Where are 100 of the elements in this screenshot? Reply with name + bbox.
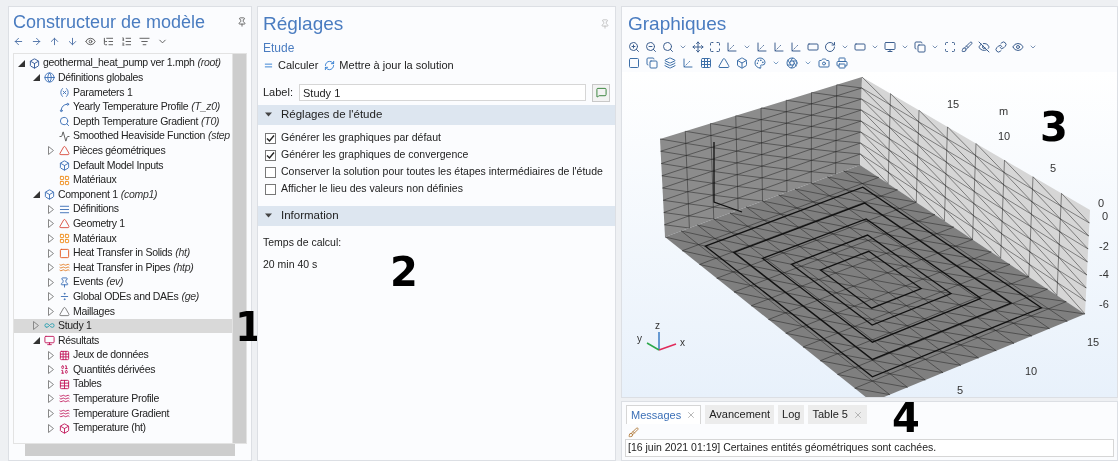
grid-icon[interactable] — [700, 57, 712, 69]
yz-view-icon[interactable] — [773, 40, 785, 53]
list-icon[interactable] — [103, 35, 114, 47]
collapsed-arrow-icon[interactable] — [48, 306, 54, 316]
checkbox[interactable] — [265, 132, 276, 144]
axes-icon[interactable] — [726, 40, 738, 53]
brush-icon[interactable] — [961, 40, 973, 53]
tree-item[interactable]: geothermal_heat_pump ver 1.mph (root) — [14, 56, 232, 71]
list-icon[interactable] — [139, 35, 150, 47]
collapsed-arrow-icon[interactable] — [48, 277, 54, 287]
tree-item[interactable]: Study 1 — [14, 318, 232, 334]
tree-item[interactable]: Global ODEs and DAEs (ge) — [14, 289, 232, 305]
toolbar-button[interactable]: Mettre à jour la solution — [324, 56, 454, 74]
aperture-icon[interactable] — [786, 57, 798, 69]
eye-icon[interactable] — [1012, 40, 1024, 53]
square-icon[interactable] — [628, 57, 640, 69]
tree-item[interactable]: Temperature Profile — [14, 391, 232, 407]
panel-icon[interactable] — [854, 40, 866, 53]
tree-item[interactable]: Component 1 (comp1) — [14, 187, 232, 202]
list-icon[interactable] — [121, 35, 132, 47]
tree-item[interactable]: Résultats — [14, 333, 232, 348]
tree-item[interactable]: Pièces géométriques — [14, 143, 232, 159]
checkbox-option[interactable]: Générer les graphiques de convergence — [265, 146, 608, 164]
scan-icon[interactable] — [944, 40, 956, 53]
copy-icon[interactable] — [646, 57, 658, 69]
caret-icon[interactable] — [772, 59, 780, 67]
tree-item[interactable]: Smoothed Heaviside Function (step — [14, 128, 232, 144]
tab[interactable]: Table 5 — [808, 405, 867, 424]
zoom-in-icon[interactable] — [628, 40, 640, 53]
collapsed-arrow-icon[interactable] — [48, 248, 54, 258]
tree-item[interactable]: Quantités dérivées — [14, 362, 232, 378]
tree-item[interactable]: Events (ev) — [14, 274, 232, 290]
expanded-arrow-icon[interactable] — [32, 74, 40, 82]
link-icon[interactable] — [995, 40, 1007, 53]
checkbox[interactable] — [265, 166, 276, 178]
collapsed-arrow-icon[interactable] — [48, 219, 54, 229]
checkbox-option[interactable]: Afficher le lieu des valeurs non définies — [265, 180, 608, 198]
tab[interactable]: Log — [778, 405, 805, 424]
tab[interactable]: Avancement — [705, 405, 775, 424]
tree-item[interactable]: Heat Transfer in Solids (ht) — [14, 245, 232, 261]
collapsed-arrow-icon[interactable] — [48, 379, 54, 389]
comment-button[interactable] — [592, 83, 610, 102]
xz-view-icon[interactable] — [790, 40, 802, 53]
checkbox[interactable] — [265, 183, 276, 195]
collapsed-arrow-icon[interactable] — [48, 394, 54, 404]
tree-item[interactable]: Temperature (ht) — [14, 420, 232, 436]
collapsed-arrow-icon[interactable] — [48, 233, 54, 243]
collapsed-arrow-icon[interactable] — [48, 292, 54, 302]
palette-icon[interactable] — [754, 57, 766, 69]
tree-item[interactable]: Tables — [14, 377, 232, 392]
up-arrow-icon[interactable] — [49, 35, 60, 47]
zoom-box-icon[interactable] — [662, 40, 674, 53]
forward-arrow-icon[interactable] — [31, 35, 42, 47]
hide-icon[interactable] — [978, 40, 990, 53]
label-field[interactable]: Study 1 — [299, 84, 586, 101]
toolbar-button[interactable]: Calculer — [263, 56, 319, 74]
back-arrow-icon[interactable] — [13, 35, 24, 47]
checkbox[interactable] — [265, 149, 276, 161]
collapsed-arrow-icon[interactable] — [48, 423, 54, 433]
move-icon[interactable] — [692, 40, 704, 53]
tree-item[interactable]: Matériaux — [14, 172, 232, 188]
horizontal-scrollbar[interactable] — [25, 444, 235, 456]
tab[interactable]: Messages — [626, 405, 702, 424]
close-icon[interactable] — [686, 410, 697, 420]
collapsed-arrow-icon[interactable] — [48, 409, 54, 419]
collapsed-arrow-icon[interactable] — [48, 263, 54, 273]
collapsed-arrow-icon[interactable] — [48, 350, 54, 360]
collapsed-arrow-icon[interactable] — [48, 365, 54, 375]
expanded-arrow-icon[interactable] — [32, 337, 40, 345]
tree-item[interactable]: Default Model Inputs — [14, 158, 232, 173]
collapsed-arrow-icon[interactable] — [48, 146, 54, 156]
tree-item[interactable]: Définitions globales — [14, 70, 232, 86]
checkbox-option[interactable]: Conserver la solution pour toutes les étapes intermédiaires de l'étude — [265, 163, 608, 181]
view-icon[interactable] — [807, 40, 819, 53]
expanded-arrow-icon[interactable] — [17, 59, 25, 67]
checkbox-option[interactable]: Générer les graphiques par défaut — [265, 129, 608, 147]
tree-item[interactable]: Définitions — [14, 201, 232, 217]
tree-item[interactable]: Maillages — [14, 304, 232, 319]
collapsed-arrow-icon[interactable] — [33, 321, 39, 331]
tree-item[interactable]: Heat Transfer in Pipes (htp) — [14, 260, 232, 275]
eye-icon[interactable] — [85, 35, 96, 47]
caret-icon[interactable] — [804, 59, 812, 67]
broom-icon[interactable] — [628, 427, 639, 438]
collapsed-arrow-icon[interactable] — [48, 204, 54, 214]
layers-icon[interactable] — [664, 57, 676, 69]
pin-icon[interactable] — [237, 16, 247, 27]
section-header[interactable]: Réglages de l'étude — [258, 104, 615, 125]
tree-item[interactable]: Jeux de données — [14, 347, 232, 363]
xy-view-icon[interactable] — [756, 40, 768, 53]
tree-item[interactable]: Geometry 1 — [14, 216, 232, 232]
down-arrow-icon[interactable] — [67, 35, 78, 47]
zoom-extents-icon[interactable] — [709, 40, 721, 53]
tree-item[interactable]: Depth Temperature Gradient (T0) — [14, 114, 232, 129]
tree-item[interactable]: Temperature Gradient — [14, 406, 232, 421]
camera-icon[interactable] — [818, 57, 830, 69]
rotate-icon[interactable] — [824, 40, 836, 53]
section-header[interactable]: Information — [258, 205, 615, 226]
zoom-out-icon[interactable] — [645, 40, 657, 53]
print-icon[interactable] — [836, 57, 848, 69]
tree-item[interactable]: Matériaux — [14, 231, 232, 246]
